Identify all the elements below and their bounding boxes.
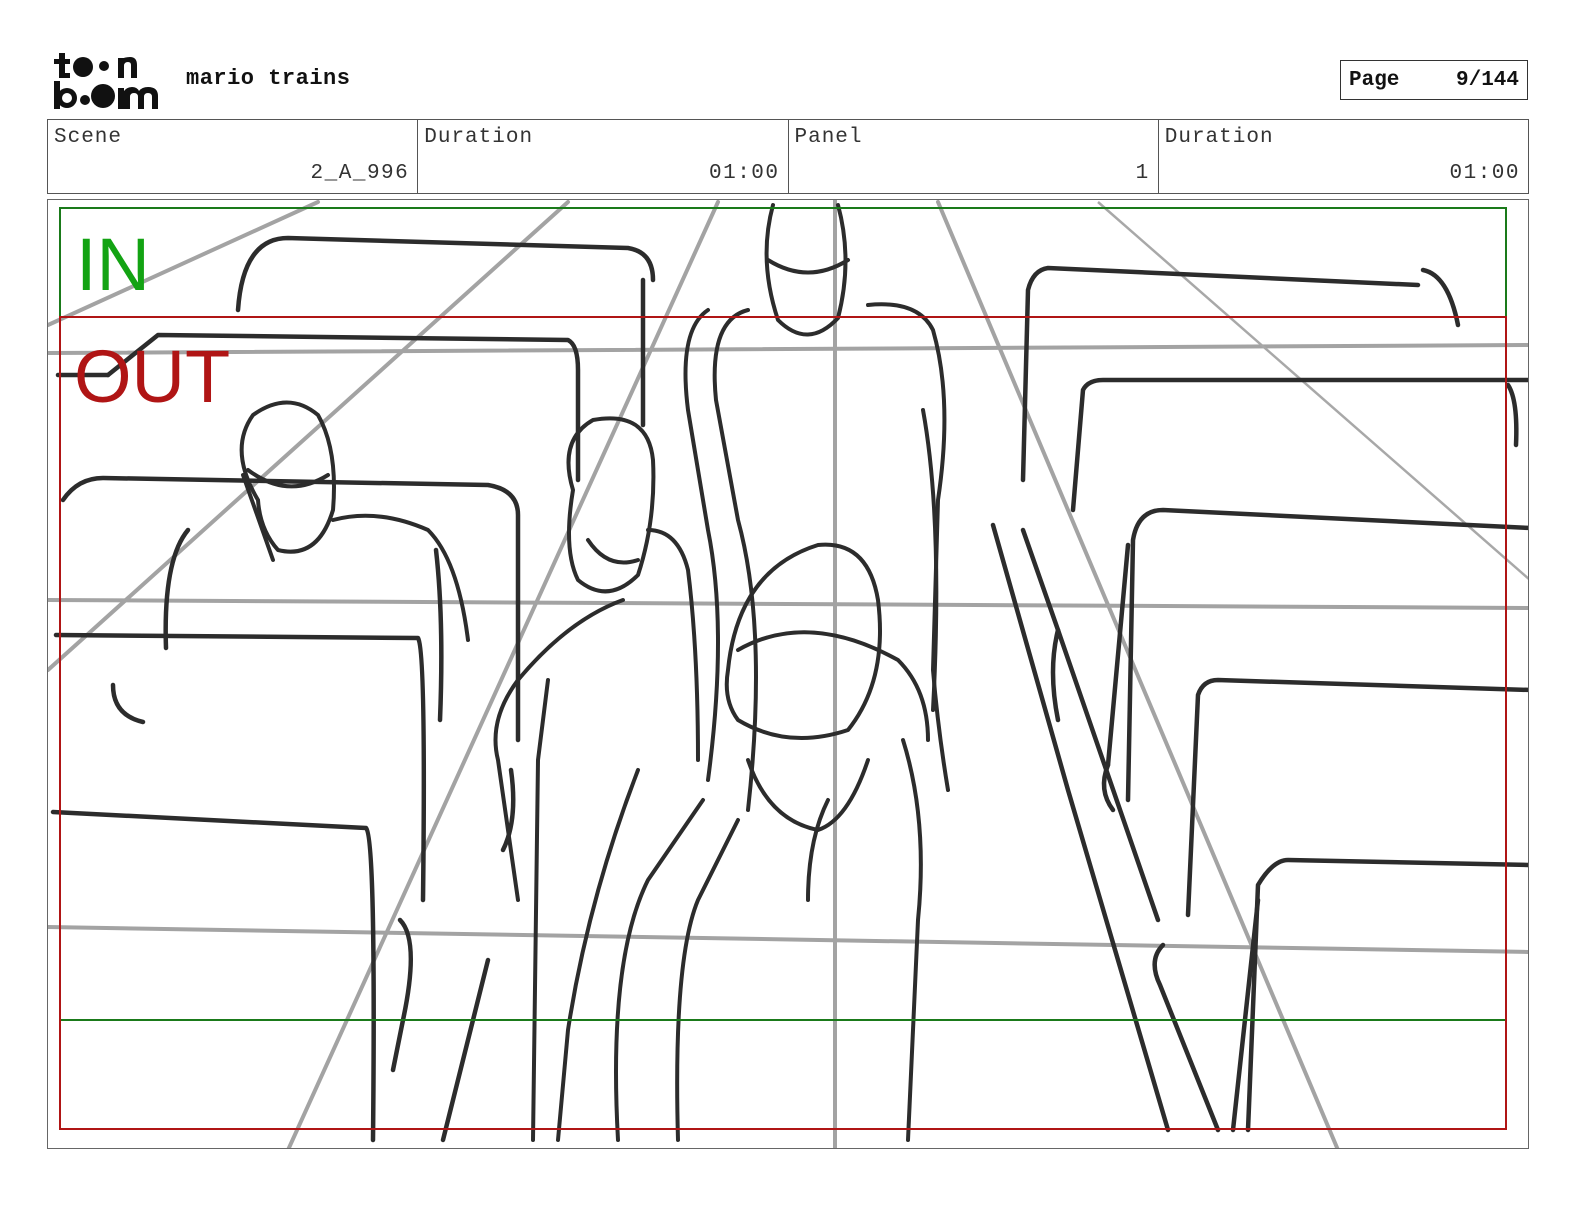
panel-duration-cell: Duration 01:00	[1159, 120, 1528, 193]
out-frame-label: OUT	[74, 335, 231, 418]
panel-label: Panel	[794, 126, 863, 149]
scene-info-bar: Scene 2_A_996 Duration 01:00 Panel 1 Dur…	[47, 119, 1529, 194]
page-label: Page	[1349, 68, 1400, 92]
out-frame	[59, 316, 1507, 1130]
right-seats	[990, 265, 1528, 1133]
panel-sketch	[48, 200, 1528, 1148]
page-indicator: Page 9/144	[1340, 60, 1528, 100]
in-frame-label: IN	[76, 223, 150, 306]
project-title: mario trains	[186, 66, 351, 91]
panel-duration-label: Duration	[1164, 126, 1274, 149]
toon-boom-logo	[54, 53, 158, 109]
page-number: 9/144	[1455, 68, 1519, 92]
storyboard-panel: IN OUT	[47, 199, 1529, 1149]
scene-value: 2_A_996	[310, 162, 410, 185]
panel-cell: Panel 1	[789, 120, 1159, 193]
in-frame	[59, 207, 1507, 1021]
panel-value: 1	[1135, 162, 1150, 185]
scene-duration-value: 01:00	[708, 162, 780, 185]
seated-passenger	[239, 400, 470, 642]
scene-label: Scene	[54, 126, 123, 149]
perspective-guides	[48, 200, 1528, 1148]
standing-figures	[493, 203, 950, 1142]
scene-duration-label: Duration	[424, 126, 534, 149]
scene-duration-cell: Duration 01:00	[418, 120, 789, 193]
scene-cell: Scene 2_A_996	[48, 120, 419, 193]
panel-duration-value: 01:00	[1449, 162, 1520, 185]
